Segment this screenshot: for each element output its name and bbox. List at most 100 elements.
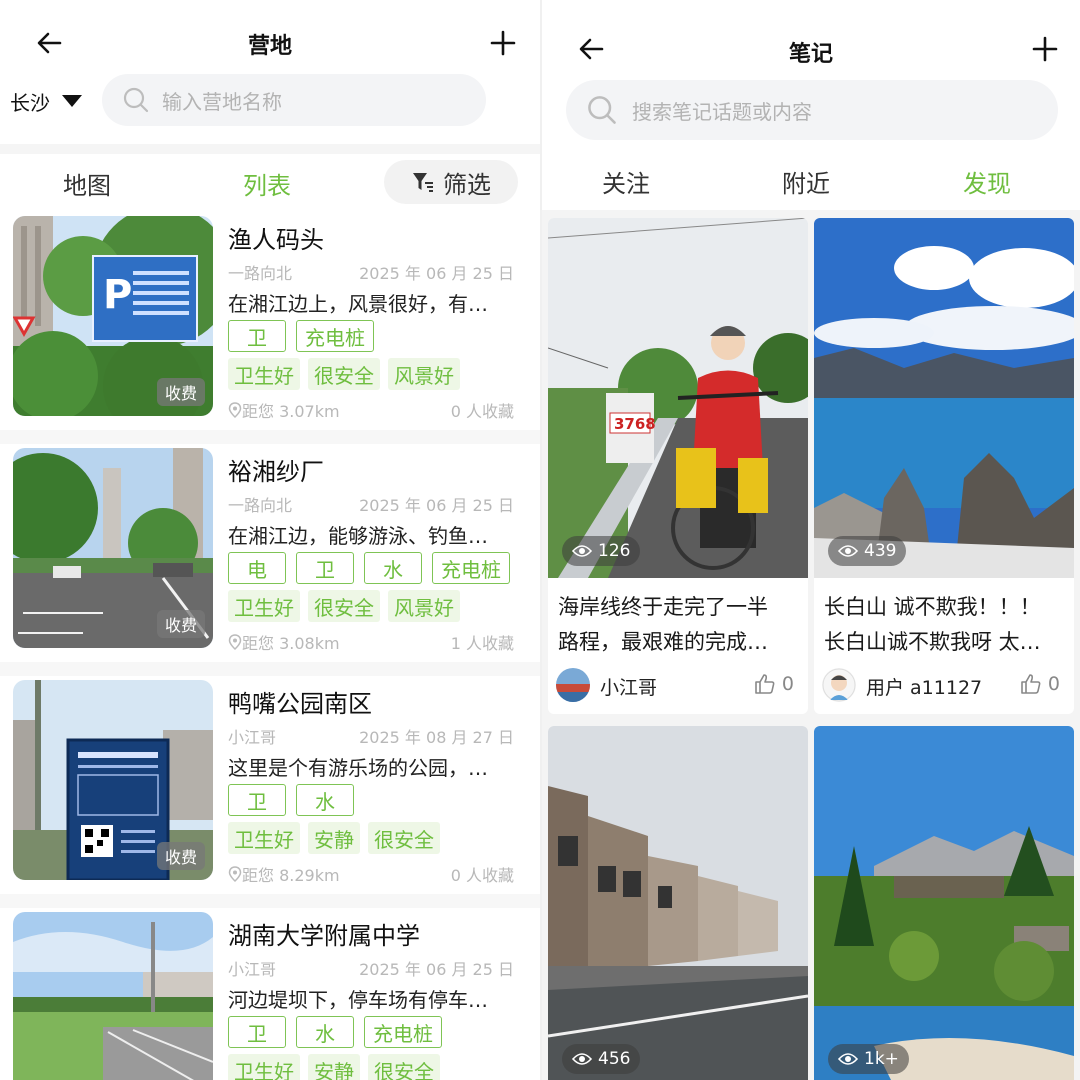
camp-author: 小江哥 [228,728,277,747]
note-title: 长白山 诚不欺我！！！ 长白山诚不欺我呀 太… [824,590,1069,660]
facility-badge: 卫 [228,784,286,816]
facility-list: 卫 水 充电桩 [228,1016,442,1048]
note-card[interactable]: 3768 126 海岸线终于走完了一半 路程，最艰难的完成… 小江哥 0 [548,218,808,714]
tab-list[interactable]: 列表 [243,166,291,201]
svg-text:P: P [103,272,132,318]
distance: 距您 3.07km [228,398,340,422]
feature-tag: 安静 [308,1054,360,1080]
feature-tag: 风景好 [388,358,460,390]
camp-description: 河边堤坝下，停车场有停车… [228,988,488,1012]
camp-photo: 收费 [13,680,213,880]
fee-badge: 收费 [156,378,205,406]
like-count: 0 [781,673,794,695]
feature-tag: 风景好 [388,590,460,622]
favorite-count: 0 人收藏 [450,866,514,885]
divider [0,144,540,154]
facility-badge: 电 [228,552,286,584]
author-name[interactable]: 用户 a11127 [866,673,982,700]
add-icon[interactable] [488,28,518,58]
note-card[interactable]: 439 长白山 诚不欺我！！！ 长白山诚不欺我呀 太… 用户 a11127 0 [814,218,1074,714]
camp-list-item[interactable]: 收费 裕湘纱厂 一路向北 2025 年 06 月 25 日 在湘江边，能够游泳、… [0,440,540,658]
feature-tag: 很安全 [308,590,380,622]
note-cover-image [548,726,808,1080]
tab-following[interactable]: 关注 [602,164,650,199]
camp-date: 2025 年 06 月 25 日 [359,960,514,979]
feature-tag: 很安全 [308,358,380,390]
page-title: 笔记 [788,42,833,67]
view-tabs: 地图 列表 筛选 [0,156,540,208]
search-placeholder: 搜索笔记话题或内容 [632,99,812,124]
add-icon[interactable] [1030,34,1060,64]
eye-icon [838,545,858,557]
avatar[interactable] [556,668,590,702]
like-button[interactable]: 0 [1020,673,1060,695]
note-cover-image [814,726,1074,1080]
fee-badge: 收费 [156,842,205,870]
favorite-count: 0 人收藏 [450,402,514,421]
camp-author: 一路向北 [228,496,293,515]
facility-badge: 充电桩 [296,320,374,352]
facility-list: 卫 充电桩 [228,320,374,352]
camp-author: 一路向北 [228,264,293,283]
feature-tag: 卫生好 [228,358,300,390]
camp-date: 2025 年 08 月 27 日 [359,728,514,747]
location-pin-icon [228,866,242,882]
note-title-line: 海岸线终于走完了一半 [558,595,768,619]
note-title-line: 长白山 诚不欺我！！！ [824,595,1041,619]
distance-text: 距您 3.07km [242,402,340,421]
tab-discover[interactable]: 发现 [963,164,1011,199]
page-title: 营地 [247,34,292,59]
camp-description: 在湘江边上，风景很好，有… [228,292,488,316]
camp-date: 2025 年 06 月 25 日 [359,264,514,283]
facility-badge: 充电桩 [364,1016,442,1048]
tag-list: 卫生好 安静 很安全 [228,1054,440,1080]
filter-icon [413,173,433,192]
view-count: 439 [828,536,907,566]
filter-button[interactable]: 筛选 [384,160,518,204]
camp-header: 营地 [0,0,540,80]
city-selector[interactable]: 长沙 [10,86,82,116]
notes-search-input[interactable]: 搜索笔记话题或内容 [566,80,1058,140]
view-count: 456 [562,1044,641,1074]
camp-author: 小江哥 [228,960,277,979]
camp-name: 湖南大学附属中学 [228,922,420,950]
thumbs-up-icon [1021,674,1041,694]
note-card[interactable]: 456 [548,726,808,1080]
camp-description: 在湘江边，能够游泳、钓鱼… [228,524,488,548]
note-card[interactable]: 1k+ [814,726,1074,1080]
facility-badge: 水 [296,784,354,816]
like-count: 0 [1047,673,1060,695]
search-icon [588,96,616,124]
view-count-text: 126 [598,541,631,561]
tag-list: 卫生好 安静 很安全 [228,822,440,854]
distance-text: 距您 3.08km [242,634,340,653]
facility-badge: 卫 [228,320,286,352]
camp-list-item[interactable]: 湖南大学附属中学 小江哥 2025 年 06 月 25 日 河边堤坝下，停车场有… [0,904,540,1080]
facility-badge: 水 [364,552,422,584]
avatar[interactable] [822,668,856,702]
tab-nearby[interactable]: 附近 [782,164,830,199]
facility-badge: 卫 [296,552,354,584]
note-cover-image: 3768 [548,218,808,578]
caret-down-icon [62,95,82,107]
camp-list-item[interactable]: P 收费 渔人码头 一路向北 2025 年 06 月 25 日 在湘江边上，风景… [0,208,540,426]
feature-tag: 卫生好 [228,590,300,622]
thumbs-up-icon [755,674,775,694]
camp-search-input[interactable]: 输入营地名称 [102,74,486,126]
city-label: 长沙 [10,90,50,115]
author-name[interactable]: 小江哥 [600,673,657,700]
eye-icon [572,1053,592,1065]
view-count-text: 1k+ [864,1049,899,1069]
like-button[interactable]: 0 [754,673,794,695]
feature-tag: 很安全 [368,822,440,854]
notes-screen: 笔记 搜索笔记话题或内容 关注 附近 发现 3768 126 海岸线终于走完了一… [542,0,1080,1080]
tab-map[interactable]: 地图 [63,166,111,201]
view-count-text: 456 [598,1049,631,1069]
distance: 距您 8.29km [228,862,340,886]
fee-badge: 收费 [156,610,205,638]
feature-tag: 安静 [308,822,360,854]
feature-tag: 很安全 [368,1054,440,1080]
svg-text:3768: 3768 [614,415,656,433]
camp-list-item[interactable]: 收费 鸭嘴公园南区 小江哥 2025 年 08 月 27 日 这里是个有游乐场的… [0,672,540,890]
notes-header: 笔记 [542,0,1080,80]
